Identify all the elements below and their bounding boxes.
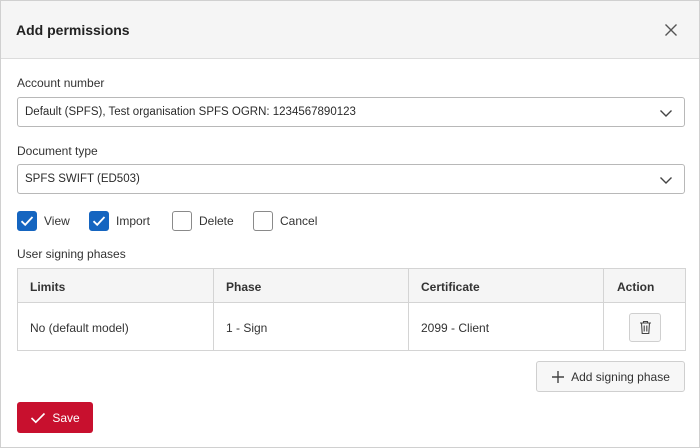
save-button[interactable]: Save [17, 402, 93, 433]
column-header-limits: Limits [30, 280, 66, 294]
view-checkbox-label: View [44, 213, 70, 228]
cell-certificate: 2099 - Client [421, 321, 490, 335]
delete-checkbox[interactable]: Delete [172, 210, 234, 231]
account-number-value: Default (SPFS), Test organisation SPFS O… [25, 106, 356, 118]
document-type-label: Document type [17, 144, 98, 158]
cell-limits: No (default model) [30, 321, 129, 335]
account-number-label: Account number [17, 76, 105, 90]
cancel-checkbox[interactable]: Cancel [253, 210, 317, 231]
table-header: Limits Phase Certificate Action [18, 269, 685, 303]
add-signing-phase-button[interactable]: Add signing phase [536, 361, 685, 392]
import-checkbox-label: Import [116, 213, 151, 228]
import-checkbox[interactable]: Import [89, 210, 150, 231]
checkmark-icon [20, 215, 34, 226]
column-header-certificate: Certificate [421, 280, 480, 294]
checkmark-icon [92, 215, 106, 226]
cell-phase: 1 - Sign [226, 321, 268, 335]
add-permissions-dialog: Add permissions Account number Default (… [0, 0, 700, 448]
column-header-phase: Phase [226, 280, 262, 294]
add-signing-phase-label: Add signing phase [571, 369, 670, 384]
document-type-select[interactable]: SPFS SWIFT (ED503) [17, 164, 685, 194]
save-label: Save [52, 410, 80, 425]
view-checkbox[interactable]: View [17, 210, 70, 231]
delete-checkbox-label: Delete [199, 213, 234, 228]
checkmark-icon [31, 412, 46, 423]
delete-checkbox-box[interactable] [172, 210, 192, 231]
chevron-down-icon [660, 110, 672, 117]
column-divider [408, 269, 409, 350]
import-checkbox-box[interactable] [89, 210, 109, 231]
delete-phase-button[interactable] [629, 313, 661, 342]
signing-phases-label: User signing phases [17, 247, 126, 261]
close-icon [665, 24, 677, 36]
plus-icon [552, 370, 565, 383]
trash-icon [639, 320, 651, 335]
dialog-header: Add permissions [1, 1, 699, 59]
view-checkbox-box[interactable] [17, 210, 37, 231]
column-divider [213, 269, 214, 350]
cancel-checkbox-box[interactable] [253, 210, 273, 231]
cancel-checkbox-label: Cancel [280, 213, 318, 228]
dialog-title: Add permissions [16, 22, 130, 38]
document-type-value: SPFS SWIFT (ED503) [25, 173, 140, 185]
chevron-down-icon [660, 177, 672, 184]
column-header-action: Action [617, 280, 655, 294]
close-button[interactable] [661, 20, 681, 40]
column-divider [603, 269, 604, 350]
account-number-select[interactable]: Default (SPFS), Test organisation SPFS O… [17, 97, 685, 127]
signing-phases-table: Limits Phase Certificate Action No (defa… [17, 268, 686, 351]
